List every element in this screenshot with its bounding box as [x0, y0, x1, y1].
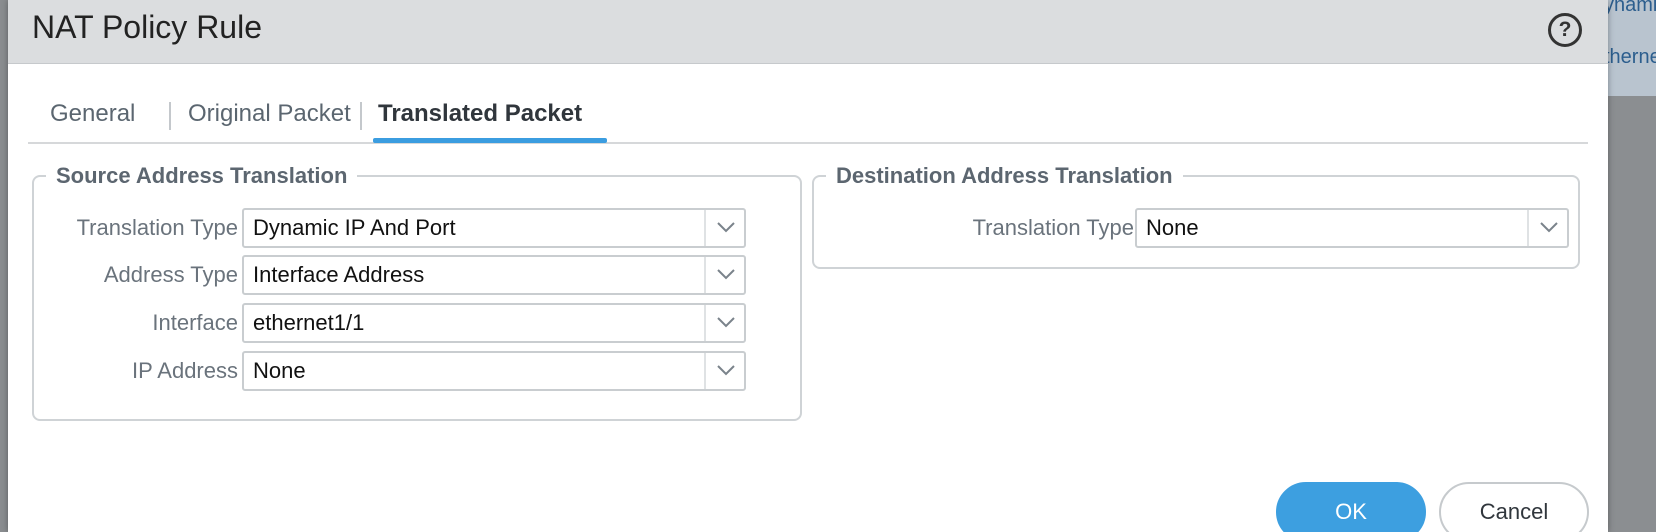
background-text-fragment: therne	[1604, 46, 1656, 68]
ip-address-row: IP Address	[38, 351, 238, 391]
interface-row: Interface	[38, 303, 238, 343]
chevron-down-icon[interactable]	[704, 353, 744, 389]
address-type-select[interactable]: Interface Address	[242, 255, 746, 295]
dialog-title: NAT Policy Rule	[32, 9, 262, 45]
background-page: ynami therne	[1600, 0, 1656, 532]
tab-general[interactable]: General	[50, 100, 135, 144]
address-type-row: Address Type	[38, 255, 238, 295]
interface-label: Interface	[152, 310, 238, 335]
address-type-label: Address Type	[103, 262, 238, 287]
select-value: None	[253, 358, 306, 383]
tab-divider	[169, 102, 171, 130]
select-value: ethernet1/1	[253, 310, 365, 335]
destination-translation-type-label: Translation Type	[972, 215, 1134, 240]
chevron-down-icon[interactable]	[704, 305, 744, 341]
source-translation-type-select[interactable]: Dynamic IP And Port	[242, 208, 746, 248]
select-value: Dynamic IP And Port	[253, 215, 456, 240]
background-text-fragment: ynami	[1604, 0, 1656, 16]
ok-button[interactable]: OK	[1276, 482, 1426, 532]
destination-translation-type-row: Translation Type	[848, 208, 1134, 248]
tab-original-packet[interactable]: Original Packet	[188, 100, 351, 144]
select-value: Interface Address	[253, 262, 425, 287]
translation-type-label: Translation Type	[76, 215, 238, 240]
interface-select[interactable]: ethernet1/1	[242, 303, 746, 343]
tab-bar: General Original Packet Translated Packe…	[28, 92, 1588, 144]
tab-divider	[360, 102, 362, 130]
translation-type-row: Translation Type	[38, 208, 238, 248]
active-tab-indicator	[373, 138, 607, 143]
ip-address-select[interactable]: None	[242, 351, 746, 391]
nat-policy-rule-dialog: NAT Policy Rule ? General Original Packe…	[8, 0, 1608, 532]
destination-address-translation-legend: Destination Address Translation	[836, 163, 1173, 188]
select-value: None	[1146, 215, 1199, 240]
chevron-down-icon[interactable]	[704, 257, 744, 293]
chevron-down-icon[interactable]	[1527, 210, 1567, 246]
ip-address-label: IP Address	[132, 358, 238, 383]
source-address-translation-legend: Source Address Translation	[56, 163, 348, 188]
cancel-button[interactable]: Cancel	[1439, 482, 1589, 532]
help-icon[interactable]: ?	[1548, 13, 1582, 47]
dialog-titlebar: NAT Policy Rule ?	[8, 0, 1608, 64]
chevron-down-icon[interactable]	[704, 210, 744, 246]
destination-translation-type-select[interactable]: None	[1135, 208, 1569, 248]
